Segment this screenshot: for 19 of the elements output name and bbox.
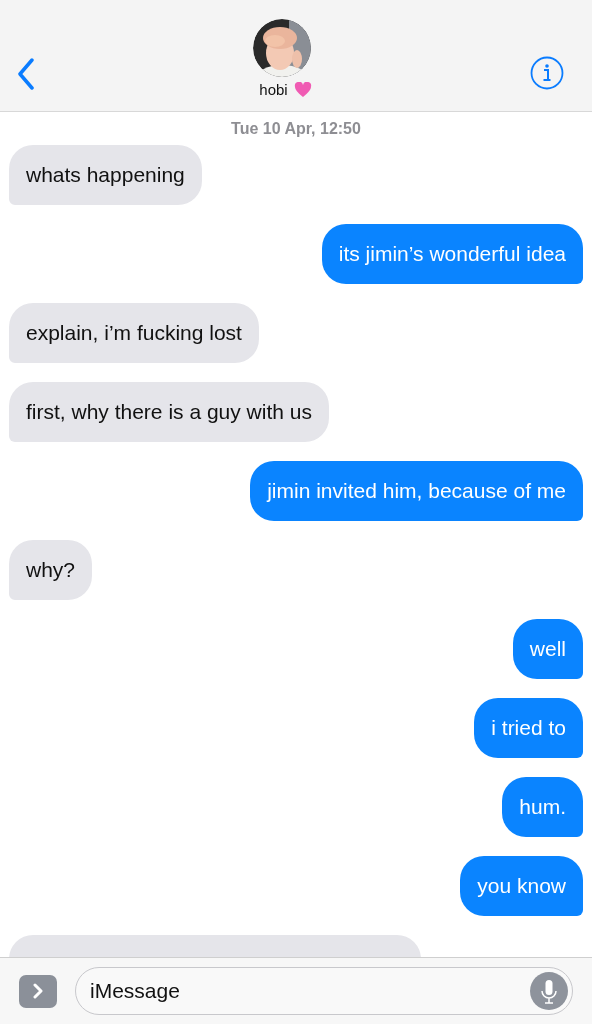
apps-button[interactable] (19, 974, 57, 1008)
message-bubble: well (512, 619, 583, 679)
back-icon[interactable] (17, 57, 35, 90)
microphone-icon[interactable] (530, 972, 568, 1010)
message-bubble: you know (460, 856, 583, 916)
message-field[interactable]: iMessage (75, 967, 573, 1015)
message-bubble: its jimin’s wonderful idea (321, 224, 583, 284)
timestamp: Tue 10 Apr, 12:50 (230, 120, 362, 138)
message-bubble: i tried to (474, 698, 583, 758)
contact-name[interactable]: hobi (259, 81, 288, 98)
message-bubble: hum. (502, 777, 583, 837)
heart-icon (293, 81, 312, 98)
message-bubble: whats happening (9, 145, 202, 205)
message-bubble: why? (9, 540, 93, 600)
message-bubble: explain, i’m fucking lost (9, 303, 259, 363)
chevron-icon (33, 983, 43, 999)
message-bubble: jimin invited him, because of me (250, 461, 583, 521)
info-icon[interactable] (530, 55, 564, 90)
message-bubble: first, why there is a guy with us (9, 382, 329, 442)
